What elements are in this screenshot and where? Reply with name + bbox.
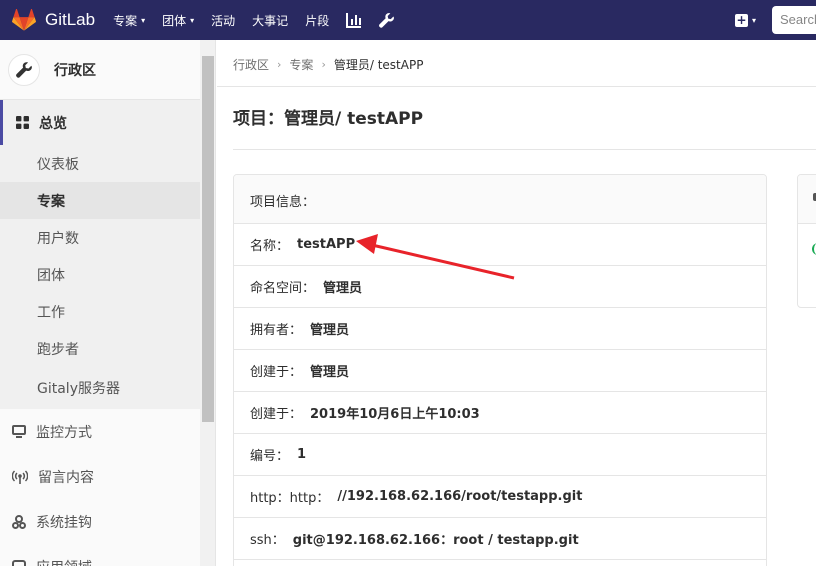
sidebar-item-jobs[interactable]: 工作 (0, 293, 200, 330)
sidebar-item-label: 仪表板 (37, 156, 79, 173)
project-info-panel: 项目信息： 名称： testAPP 命名空间： 管理员 拥有者： 管理员 创建于： 管理… (233, 174, 767, 566)
info-value[interactable]: 管理员 (323, 277, 362, 296)
nav-snippets-label: 片段 (305, 13, 330, 28)
search-input[interactable]: Search (772, 6, 816, 34)
nav-projects[interactable]: 专案 ▾ (113, 12, 145, 29)
chevron-down-icon: ▾ (751, 15, 756, 25)
nav-snippets[interactable]: 片段 (305, 12, 329, 29)
breadcrumb-current[interactable]: 管理员/ testAPP (334, 56, 424, 73)
sidebar-item-system-hooks[interactable]: 系统挂钩 (0, 499, 200, 544)
nav-activity[interactable]: 活动 (211, 12, 235, 29)
info-label: http：http： (250, 491, 330, 506)
brand[interactable]: GitLab (12, 9, 95, 31)
sidebar-item-label: 监控方式 (36, 424, 92, 441)
sidebar-item-label: 留言内容 (38, 469, 94, 486)
info-row-owner: 拥有者： 管理员 (234, 308, 766, 350)
breadcrumb-projects[interactable]: 专案 (289, 56, 313, 73)
info-value[interactable]: 管理员 (310, 361, 349, 380)
sidebar-item-projects[interactable]: 专案 (0, 182, 200, 219)
status-icon (812, 243, 816, 255)
nav-groups-label: 团体 (162, 13, 187, 28)
breadcrumb: 行政区 › 专案 › 管理员/ testAPP (233, 56, 423, 73)
sidebar-item-label: 专案 (37, 193, 65, 210)
grid-icon (16, 116, 29, 129)
sidebar-item-applications[interactable]: 应用领域 (0, 544, 200, 566)
top-navbar: GitLab 专案 ▾ 团体 ▾ 活动 大事记 片段 + ▾ Searc (0, 0, 816, 40)
breadcrumb-admin[interactable]: 行政区 (233, 56, 269, 73)
info-value: //192.168.62.166/root/testapp.git (337, 489, 583, 504)
info-label: 名称： (250, 239, 290, 254)
sidebar-item-overview[interactable]: 总览 (0, 100, 200, 145)
nav-milestones-label: 大事记 (252, 13, 289, 28)
wrench-icon[interactable] (378, 12, 395, 29)
nav-activity-label: 活动 (211, 13, 236, 28)
admin-avatar (8, 53, 40, 86)
wrench-icon (16, 61, 32, 78)
info-label: 创建于： (250, 407, 303, 422)
sidebar-item-label: Gitaly服务器 (37, 381, 120, 397)
info-value[interactable]: 管理员 (310, 319, 349, 338)
plus-icon: + (734, 12, 748, 27)
sidebar-item-messages[interactable]: 留言内容 (0, 454, 200, 499)
side-panel (797, 174, 816, 308)
sidebar-item-label: 跑步者 (37, 341, 79, 358)
info-row-name: 名称： testAPP (234, 224, 766, 266)
info-row-http: http：http： //192.168.62.166/root/testapp.… (234, 476, 766, 518)
sidebar-item-dashboard[interactable]: 仪表板 (0, 145, 200, 182)
info-label: ssh： (250, 533, 285, 548)
chevron-right-icon: › (321, 58, 326, 71)
nav-milestones[interactable]: 大事记 (252, 12, 288, 29)
broadcast-icon (12, 469, 28, 484)
info-row-created-at: 创建于： 2019年10月6日上午10:03 (234, 392, 766, 434)
info-value: testAPP (297, 237, 356, 252)
sidebar-item-label: 应用领域 (36, 557, 92, 566)
sidebar-item-monitoring[interactable]: 监控方式 (0, 409, 200, 454)
new-dropdown-button[interactable]: + ▾ (734, 12, 756, 27)
info-value: 2019年10月6日上午10:03 (310, 407, 480, 422)
sidebar-item-gitaly-servers[interactable]: Gitaly服务器 (0, 367, 200, 409)
monitor-icon (12, 425, 26, 438)
gitlab-logo-icon (12, 9, 36, 31)
brand-name: GitLab (45, 10, 96, 29)
info-label: 创建于： (250, 365, 303, 380)
nav-groups[interactable]: 团体 ▾ (162, 12, 194, 29)
sidebar-item-label: 用户数 (37, 230, 79, 247)
hook-icon (12, 514, 26, 529)
panel-heading: 项目信息： (234, 175, 766, 224)
sidebar-title: 行政区 (54, 62, 96, 79)
info-value: 1 (297, 447, 307, 462)
sidebar-scrollbar[interactable] (202, 56, 214, 422)
info-label: 编号： (250, 449, 290, 464)
info-row-namespace: 命名空间： 管理员 (234, 266, 766, 308)
info-row-creator: 创建于： 管理员 (234, 350, 766, 392)
sidebar-item-users[interactable]: 用户数 (0, 219, 200, 256)
info-label: 命名空间： (250, 281, 316, 296)
page-title: 项目：管理员/ testAPP (233, 109, 424, 129)
chevron-down-icon: ▾ (141, 15, 146, 25)
info-value: git@192.168.62.166：root / testapp.git (292, 533, 579, 548)
sidebar-item-label: 工作 (37, 304, 65, 321)
divider (233, 149, 816, 150)
info-row-id: 编号： 1 (234, 434, 766, 476)
sidebar-header[interactable]: 行政区 (0, 40, 215, 100)
apps-icon (12, 559, 26, 566)
sidebar: 行政区 总览 仪表板 专案 用户数 团体 工作 跑步者 Gitaly服务器 监控… (0, 40, 216, 566)
chart-icon[interactable] (346, 12, 362, 28)
sidebar-item-label: 团体 (37, 267, 65, 284)
sidebar-item-label: 系统挂钩 (36, 514, 92, 531)
sidebar-item-groups[interactable]: 团体 (0, 256, 200, 293)
divider (217, 86, 816, 87)
chevron-down-icon: ▾ (190, 15, 195, 25)
main-content: 行政区 › 专案 › 管理员/ testAPP 项目：管理员/ testAPP … (217, 40, 816, 566)
chevron-right-icon: › (277, 58, 282, 71)
nav-projects-label: 专案 (113, 13, 138, 28)
info-label: 拥有者： (250, 323, 303, 338)
sidebar-item-label: 总览 (39, 115, 67, 132)
sidebar-item-runners[interactable]: 跑步者 (0, 330, 200, 367)
info-row-ssh: ssh： git@192.168.62.166：root / testapp.gi… (234, 518, 766, 560)
